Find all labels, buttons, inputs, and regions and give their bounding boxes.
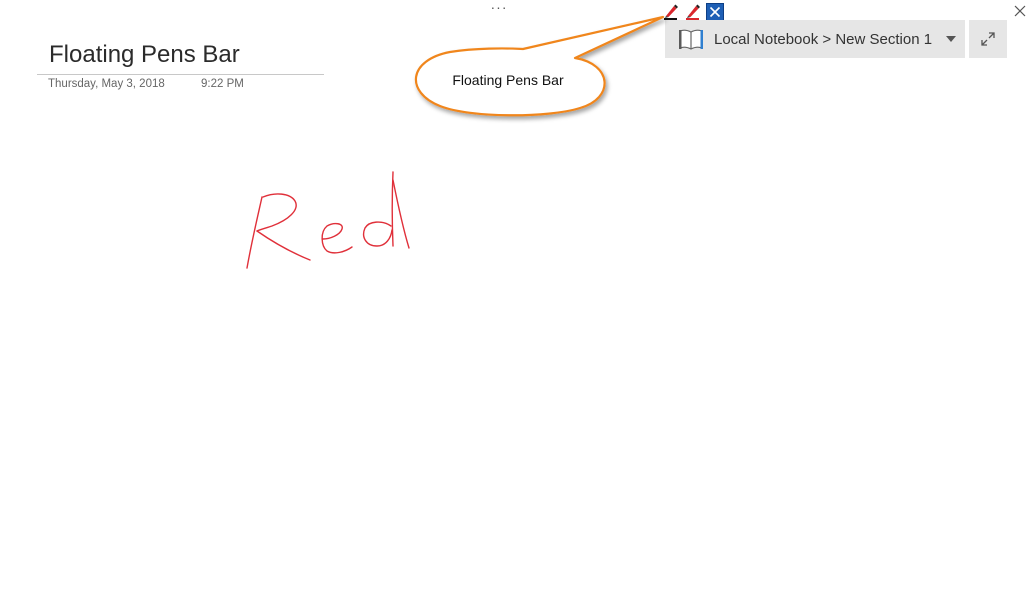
ink-drawing-red[interactable] xyxy=(0,0,1035,590)
